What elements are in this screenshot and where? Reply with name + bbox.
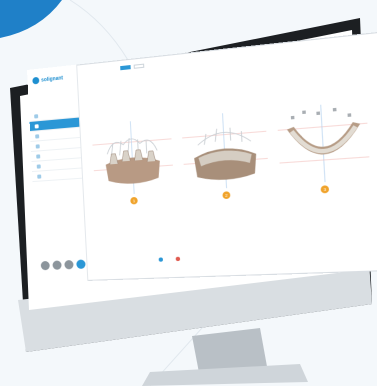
app-window: solignant 1 2 3 <box>27 32 377 283</box>
scene: solignant 1 2 3 <box>0 0 377 386</box>
sidebar-item-7[interactable] <box>32 169 82 183</box>
sidebar: solignant <box>27 65 88 283</box>
view-number-badge: 3 <box>321 185 330 193</box>
legend-item-2 <box>176 257 183 261</box>
screen-content: solignant 1 2 3 <box>27 32 377 270</box>
dental-model-3 <box>277 101 371 185</box>
teeth-model <box>194 146 258 181</box>
round-button-gray[interactable] <box>52 260 61 269</box>
dental-model-2 <box>181 110 269 191</box>
menu-item-icon <box>35 134 39 138</box>
dental-view-2[interactable]: 2 <box>181 110 269 191</box>
view-toggle-on[interactable] <box>120 65 131 70</box>
view-number-badge: 2 <box>222 191 230 199</box>
round-button-gray[interactable] <box>41 261 50 270</box>
dental-model-1 <box>91 118 174 197</box>
view-toggle-bar <box>117 64 144 71</box>
menu-item-icon <box>36 154 40 158</box>
dental-view-1[interactable]: 1 <box>91 118 174 197</box>
legend-swatch <box>176 257 181 261</box>
app-logo: solignant <box>32 74 63 84</box>
dental-view-3[interactable]: 3 <box>277 101 371 185</box>
corner-blue-shape <box>0 0 62 38</box>
round-button-blue[interactable] <box>76 259 86 269</box>
view-toggle-off[interactable] <box>134 64 145 69</box>
menu-item-icon <box>36 144 40 148</box>
legend <box>159 257 183 262</box>
menu-item-icon <box>37 174 41 178</box>
menu-item-icon <box>37 164 41 168</box>
logo-mark-icon <box>32 77 39 85</box>
round-button-gray[interactable] <box>64 260 73 269</box>
sidebar-menu <box>29 107 82 182</box>
view-number-badge: 1 <box>130 197 138 205</box>
legend-item-1 <box>159 257 166 261</box>
teeth-model <box>105 148 161 185</box>
menu-item-icon <box>34 114 38 118</box>
sidebar-bottom-controls <box>41 259 86 270</box>
legend-swatch <box>159 257 163 261</box>
menu-item-icon <box>35 124 39 128</box>
logo-text: solignant <box>41 75 63 83</box>
